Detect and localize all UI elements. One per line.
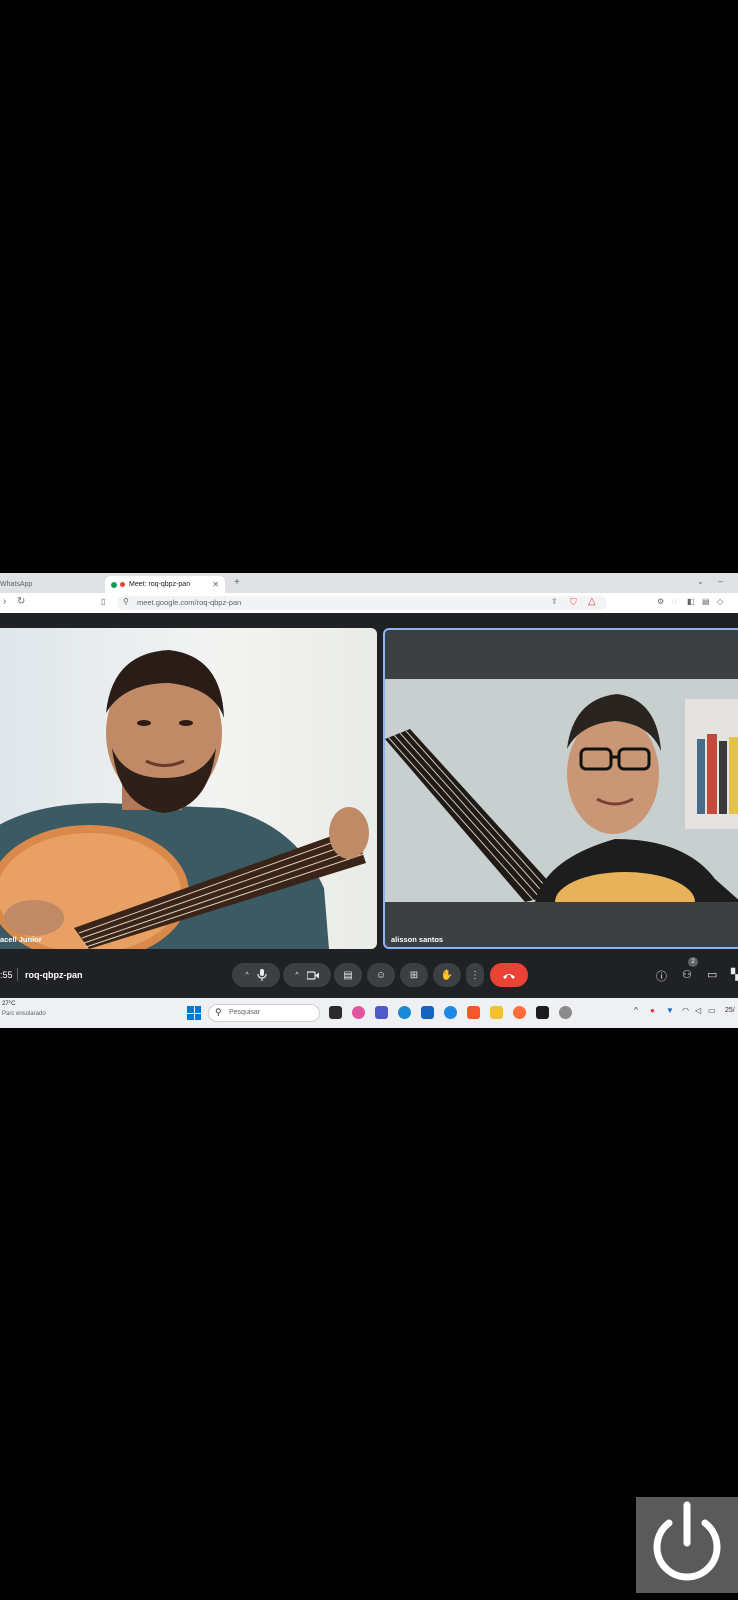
opera-icon[interactable]	[513, 1006, 526, 1019]
new-tab-button[interactable]: +	[234, 577, 240, 588]
task-view-icon[interactable]	[329, 1006, 342, 1019]
tab-label: WhatsApp	[0, 581, 33, 588]
brave-rewards-icon[interactable]: △	[588, 596, 596, 607]
taskbar-clock[interactable]: 25/	[725, 1007, 735, 1014]
tab-search-chevron-icon[interactable]: ⌄	[697, 577, 704, 586]
bookmark-icon[interactable]: ▯	[101, 597, 105, 606]
edge-icon[interactable]	[398, 1006, 411, 1019]
close-tab-icon[interactable]: ✕	[212, 580, 219, 589]
tray-app-icon[interactable]: ●	[650, 1006, 655, 1015]
extension-icon[interactable]: ⚙	[657, 597, 664, 606]
weather-temperature[interactable]: 27°C	[2, 1001, 15, 1007]
emoji-icon: ☺	[375, 969, 387, 981]
people-icon[interactable]: ⚇	[682, 968, 692, 981]
raise-hand-button[interactable]: ✋	[433, 963, 461, 987]
weather-description[interactable]: Parc ensolarado	[2, 1011, 46, 1017]
chevron-up-icon[interactable]: ^	[295, 972, 298, 979]
forward-icon[interactable]: ›	[3, 596, 6, 607]
meeting-time: :55	[0, 970, 13, 980]
extensions-puzzle-icon[interactable]: ◧	[687, 597, 695, 606]
leave-call-button[interactable]	[490, 963, 528, 987]
end-call-icon	[503, 973, 515, 979]
present-button[interactable]: ⊞	[400, 963, 428, 987]
recording-indicator-icon	[120, 582, 125, 587]
microphone-button[interactable]: ^	[232, 963, 280, 987]
wifi-icon[interactable]: ◠	[682, 1006, 689, 1015]
meet-favicon-icon	[111, 581, 117, 588]
taskbar-search[interactable]: ⚲ Pesquisar	[208, 1004, 320, 1022]
captions-icon: ▤	[343, 969, 353, 981]
search-placeholder: Pesquisar	[229, 1009, 261, 1016]
divider	[17, 968, 18, 981]
share-icon[interactable]: ⇪	[551, 597, 558, 606]
copilot-icon[interactable]	[352, 1006, 365, 1019]
teams-icon[interactable]	[375, 1006, 388, 1019]
meet-control-bar: :55 roq-qbpz-pan ^ ^ ▤ ☺ ⊞ ✋ ⋮ ⓘ 2 ⚇ ▭ ▚	[0, 953, 738, 998]
power-button[interactable]	[636, 1497, 738, 1593]
reactions-button[interactable]: ☺	[367, 963, 395, 987]
chat-icon[interactable]: ▭	[707, 968, 717, 981]
brave-browser-icon[interactable]	[467, 1006, 480, 1019]
meeting-details-icon[interactable]: ⓘ	[656, 968, 667, 984]
browser-tab-bar: WhatsApp Meet: roq-qbpz-pan ✕ + ⌄ –	[0, 573, 738, 593]
browser-toolbar: › ↻ ▯ ⚲ meet.google.com/roq-qbpz-pan ⇪ ⛉…	[0, 593, 738, 613]
captions-button[interactable]: ▤	[334, 963, 362, 987]
hand-icon: ✋	[440, 969, 454, 981]
power-icon	[653, 1501, 721, 1581]
tab-meet[interactable]: Meet: roq-qbpz-pan ✕	[105, 576, 225, 593]
file-explorer-icon[interactable]	[490, 1006, 503, 1019]
chat-extension-icon[interactable]: ◌	[672, 597, 677, 606]
minimize-icon[interactable]: –	[718, 576, 723, 586]
more-options-button[interactable]: ⋮	[466, 963, 484, 987]
store-icon[interactable]	[421, 1006, 434, 1019]
volume-icon[interactable]: ◁	[695, 1006, 701, 1015]
search-icon: ⚲	[215, 1007, 222, 1017]
media-app-icon[interactable]	[536, 1006, 549, 1019]
settings-icon[interactable]	[559, 1006, 572, 1019]
participant-tile-right: alisson santos	[383, 628, 738, 949]
activities-icon[interactable]: ▚	[731, 968, 738, 981]
wallet-icon[interactable]: ◇	[717, 597, 723, 606]
microphone-icon	[257, 969, 267, 981]
present-screen-icon: ⊞	[409, 969, 419, 981]
tab-label: Meet: roq-qbpz-pan	[129, 581, 191, 588]
site-info-icon[interactable]: ⚲	[123, 597, 129, 606]
app-icon[interactable]	[444, 1006, 457, 1019]
url-text: meet.google.com/roq-qbpz-pan	[137, 598, 242, 607]
windows-taskbar: 27°C Parc ensolarado ⚲ Pesquisar ^ ● ▼ ◠…	[0, 998, 738, 1028]
participant-name-left: acell Junior	[0, 935, 42, 944]
address-bar[interactable]: ⚲ meet.google.com/roq-qbpz-pan ⇪ ⛉ △	[117, 596, 607, 610]
desktop-screenshot: WhatsApp Meet: roq-qbpz-pan ✕ + ⌄ – › ↻ …	[0, 573, 738, 1028]
sidebar-icon[interactable]: ▤	[702, 597, 710, 606]
camera-button[interactable]: ^	[283, 963, 331, 987]
participant-video-right	[385, 679, 738, 902]
participant-count-badge: 2	[688, 957, 698, 967]
reload-icon[interactable]: ↻	[17, 596, 25, 607]
participant-tile-left: acell Junior	[0, 628, 377, 949]
participant-name-right: alisson santos	[391, 935, 444, 944]
tab-whatsapp[interactable]: WhatsApp	[0, 576, 100, 593]
more-vertical-icon: ⋮	[470, 969, 480, 981]
tray-chevron-up-icon[interactable]: ^	[634, 1006, 638, 1015]
brave-shield-icon[interactable]: ⛉	[570, 597, 577, 608]
participant-video-left	[0, 628, 377, 949]
meeting-code: roq-qbpz-pan	[25, 970, 83, 980]
battery-icon[interactable]: ▭	[708, 1006, 716, 1015]
camera-icon	[306, 970, 319, 980]
chevron-up-icon[interactable]: ^	[245, 972, 248, 979]
tray-vpn-icon[interactable]: ▼	[666, 1006, 674, 1015]
windows-start-icon[interactable]	[187, 1006, 201, 1020]
